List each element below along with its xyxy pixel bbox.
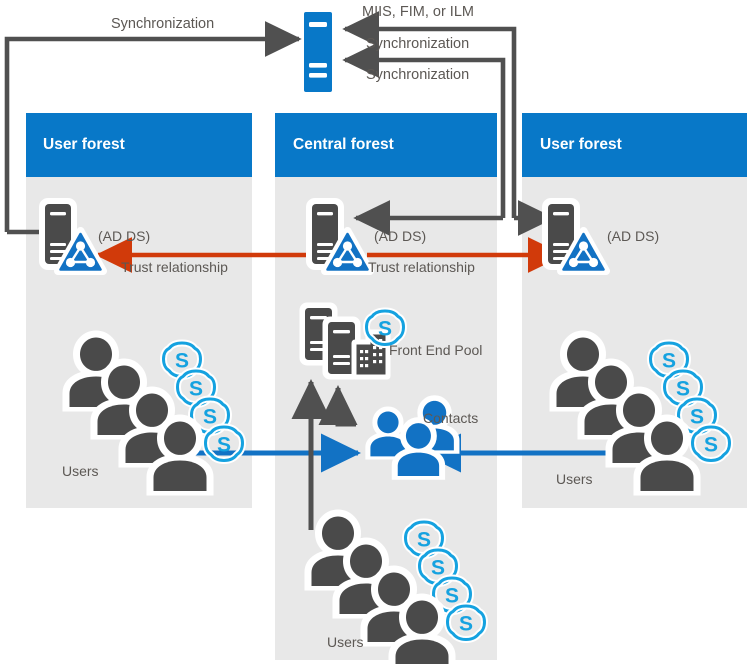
label-ad-ds-right: (AD DS) <box>607 228 660 244</box>
label-ad-ds-central: (AD DS) <box>374 228 427 244</box>
ad-ds-server-icon-left <box>43 202 103 271</box>
panel-header-central-label: Central forest <box>293 136 394 153</box>
label-sync-mid: Synchronization <box>366 36 470 52</box>
label-contacts: Contacts <box>423 410 479 426</box>
label-sync-left: Synchronization <box>111 16 215 32</box>
label-users-right: Users <box>556 471 593 487</box>
sync-server-icon <box>304 12 332 92</box>
label-trust-left: Trust relationship <box>121 259 228 275</box>
ad-ds-server-icon-right <box>546 202 606 271</box>
connector-miis-right-to-central <box>342 11 555 236</box>
label-users-left: Users <box>62 463 99 479</box>
label-miis-fim-ilm: MIIS, FIM, or ILM <box>362 4 474 20</box>
label-sync-bottom: Synchronization <box>366 67 470 83</box>
users-group-icon-right <box>554 335 730 491</box>
connector-contacts-to-front-end-pool <box>318 385 358 427</box>
label-ad-ds-left: (AD DS) <box>98 228 151 244</box>
label-front-end-pool: Front End Pool <box>389 342 483 358</box>
label-users-central: Users <box>327 634 364 650</box>
label-trust-central: Trust relationship <box>368 259 475 275</box>
skype-s-badge-icon-front-end-pool <box>367 311 404 345</box>
diagram-canvas: S Synchronization MIIS, FIM, or ILM Sync… <box>0 0 747 664</box>
panel-header-left-label: User forest <box>43 136 125 153</box>
ad-ds-server-icon-central <box>310 202 370 271</box>
panel-header-right-label: User forest <box>540 136 622 153</box>
